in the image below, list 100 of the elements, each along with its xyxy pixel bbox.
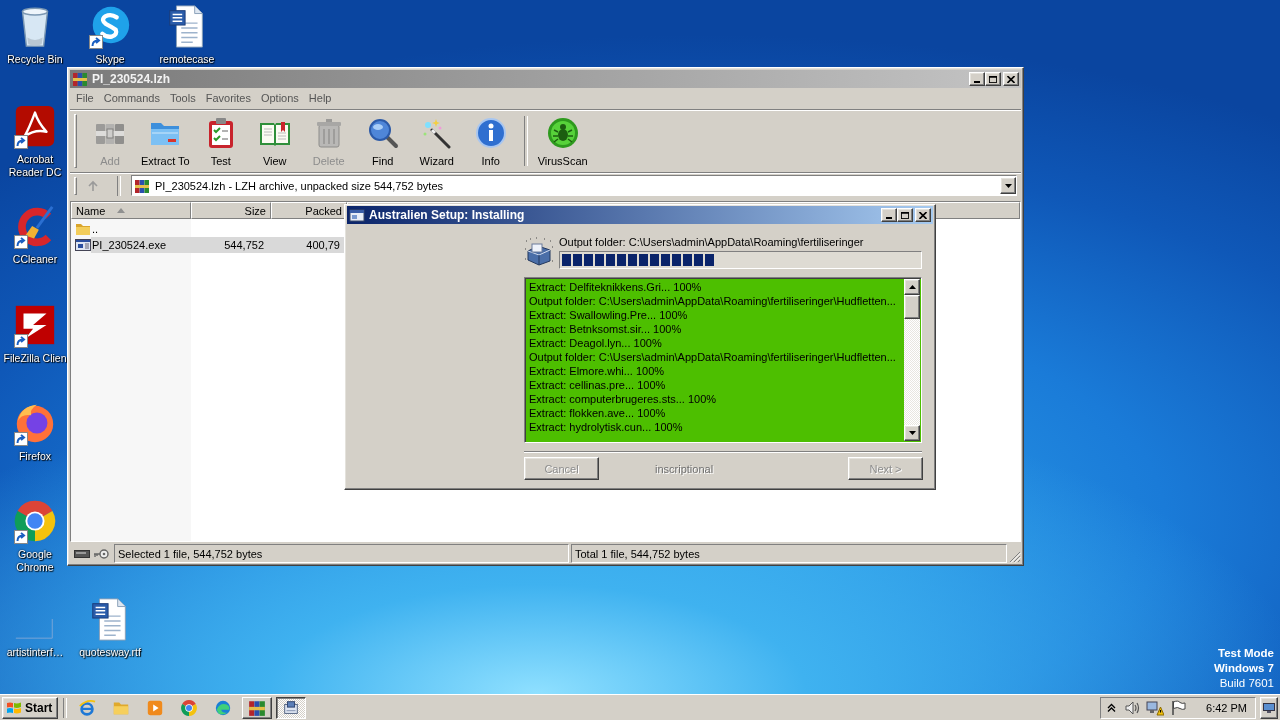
clock-text[interactable]: 6:42 PM <box>1206 701 1247 714</box>
desktop-icon-label[interactable]: Recycle Bin <box>7 53 63 66</box>
search-icon <box>366 117 399 149</box>
log-line: Extract: cellinas.pre... 100% <box>529 378 666 392</box>
taskbar-button[interactable] <box>276 696 307 719</box>
resize-grip-icon[interactable] <box>1009 551 1021 563</box>
menu-item[interactable]: Tools <box>165 92 201 104</box>
chrome-icon <box>180 698 199 717</box>
file-row[interactable]: PI_230524.exe 544,752 400,79 <box>91 237 344 253</box>
column-header[interactable]: Packed <box>271 202 347 219</box>
menu-item[interactable]: Help <box>303 92 337 104</box>
scrollbar[interactable] <box>904 279 920 441</box>
sort-arrow-icon <box>117 208 126 213</box>
flag-icon[interactable] <box>1170 699 1187 716</box>
network-warning-icon[interactable] <box>1146 699 1165 716</box>
branding-text: inscriptional <box>655 462 714 475</box>
menu-item[interactable]: Favorites <box>200 92 256 104</box>
desktop-icon-label[interactable]: artistinterf… <box>6 646 64 659</box>
desktop-icon-label[interactable]: Google Chrome <box>2 548 68 574</box>
archive-books-icon <box>72 71 88 87</box>
archive-books-icon <box>248 698 267 717</box>
archive-books-icon <box>134 177 150 194</box>
column-header[interactable]: Name <box>71 202 191 219</box>
dropdown-button[interactable] <box>1000 177 1016 194</box>
log-line: Extract: hydrolytisk.cun... 100% <box>529 420 683 434</box>
desktop-icon-label[interactable]: Acrobat Reader DC <box>2 153 68 179</box>
toolbar-button[interactable]: VirusScan <box>533 110 592 172</box>
log-line: Extract: computerbrugeres.sts... 100% <box>529 392 717 406</box>
up-arrow-icon <box>908 285 916 289</box>
system-notice-text: Test Mode <box>1218 646 1274 661</box>
toolbar-button[interactable]: View <box>247 110 302 172</box>
size-cell-text: 544,752 <box>223 239 265 251</box>
desktop-icon-label[interactable]: remotecase <box>159 53 215 66</box>
menu-item[interactable]: Options <box>255 92 304 104</box>
toolbar-button[interactable]: Test <box>193 110 248 172</box>
system-notice-text: Build 7601 <box>1219 676 1274 691</box>
speaker-icon[interactable] <box>1124 699 1141 716</box>
log-line: Extract: Deagol.lyn... 100% <box>529 336 662 350</box>
chevron-up-icon <box>1107 703 1117 712</box>
folder-icon <box>75 221 91 237</box>
log-line: Extract: Swallowling.Pre... 100% <box>529 308 688 322</box>
status-text: Total 1 file, 544,752 bytes <box>571 544 1007 563</box>
address-field[interactable]: PI_230524.lzh - LZH archive, unpacked size 544,752 bytes <box>131 175 1017 196</box>
edge-browser-icon <box>214 698 233 717</box>
windows-logo-icon <box>6 700 22 715</box>
menu-item[interactable]: Commands <box>98 92 165 104</box>
close-icon <box>1007 75 1015 83</box>
toolbar-button[interactable]: Find <box>355 110 410 172</box>
drive-icon <box>74 549 90 558</box>
column-header[interactable]: Size <box>191 202 271 219</box>
log-line: Extract: Betnksomst.sir... 100% <box>529 322 682 336</box>
show-desktop-button[interactable] <box>1260 696 1278 719</box>
desktop-icon-label[interactable]: Firefox <box>18 450 52 463</box>
log-line: Output folder: C:\Users\admin\AppData\Roaming\fertiliseringer\Hudfletten... <box>529 294 896 308</box>
maximize-button[interactable] <box>897 208 913 222</box>
status-text: Output folder: C:\Users\admin\AppData\Roaming\fertiliseringer <box>559 236 865 249</box>
log-line: Extract: Delfiteknikkens.Gri... 100% <box>529 280 702 294</box>
desktop-icon-label[interactable]: CCleaner <box>12 253 58 266</box>
close-button[interactable] <box>1003 72 1019 86</box>
start-button[interactable]: Start <box>2 696 59 719</box>
window-title: Australien Setup: Installing <box>369 208 525 222</box>
log-line: Extract: Elmore.whi... 100% <box>529 364 665 378</box>
toolbar-button[interactable]: Info <box>463 110 518 172</box>
scroll-up-button[interactable] <box>904 279 920 295</box>
chrome-icon[interactable] <box>12 498 58 544</box>
installer-icon <box>524 237 554 267</box>
program-file-icon <box>75 237 91 253</box>
key-icon <box>93 548 109 559</box>
scroll-down-button[interactable] <box>904 425 920 441</box>
close-icon <box>919 211 927 219</box>
dropdown-arrow-icon <box>1004 183 1012 188</box>
toolbar-button[interactable]: Extract To <box>137 110 194 172</box>
scroll-thumb[interactable] <box>904 295 920 319</box>
desktop-icon-label[interactable]: FileZilla Clien <box>3 352 67 365</box>
window-title: PI_230524.lzh <box>92 72 171 86</box>
info-icon <box>474 117 507 149</box>
maximize-button[interactable] <box>985 72 1001 86</box>
minimize-button[interactable] <box>969 72 985 86</box>
minimize-button[interactable] <box>881 208 897 222</box>
installer-window-icon <box>349 207 365 223</box>
installer-icon <box>282 698 301 717</box>
log-line: Output folder: C:\Users\admin\AppData\Roaming\fertiliseringer\Hudfletten... <box>529 350 896 364</box>
file-row[interactable]: .. <box>91 221 268 237</box>
maximize-icon <box>901 211 909 219</box>
monitor-icon <box>1263 702 1275 713</box>
desktop-icon-label[interactable]: Skype <box>95 53 125 66</box>
log-line: Extract: flokken.ave... 100% <box>529 406 666 420</box>
maximize-icon <box>989 75 997 83</box>
toolbar-button[interactable]: Wizard <box>409 110 464 172</box>
menu-item[interactable]: File <box>71 92 99 104</box>
system-notice-text: Windows 7 <box>1214 661 1274 676</box>
bug-icon <box>546 117 579 149</box>
close-button[interactable] <box>915 208 931 222</box>
file-name-cell-text: PI_230524.exe <box>91 239 167 251</box>
media-player-icon <box>146 698 165 717</box>
e-browser-icon <box>78 698 97 717</box>
packed-size-cell-text: 400,79 <box>305 239 341 251</box>
status-text: Selected 1 file, 544,752 bytes <box>114 544 569 563</box>
up-arrow-icon <box>87 179 99 192</box>
down-arrow-icon <box>908 431 916 435</box>
